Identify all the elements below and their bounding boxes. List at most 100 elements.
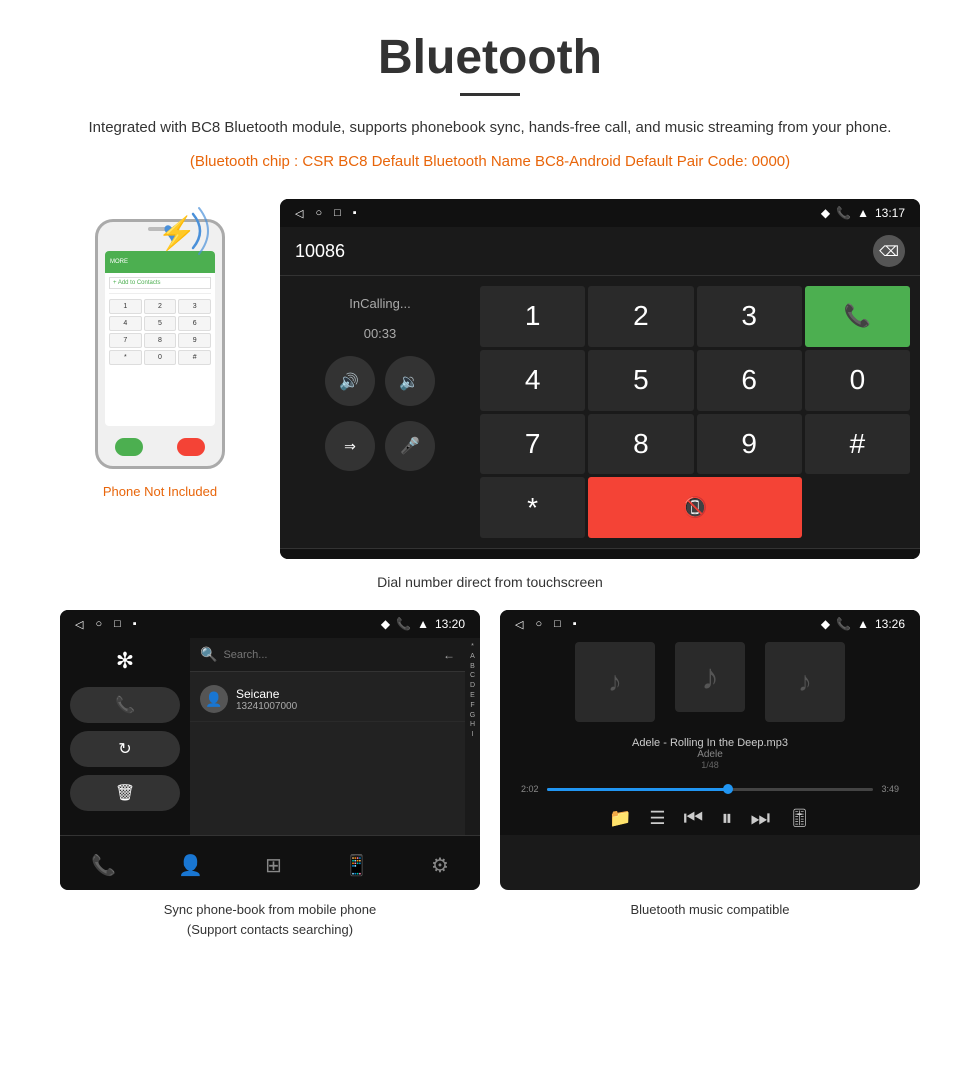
nav-calls-c[interactable]: 📞 [91, 853, 116, 878]
nav-contacts-c[interactable]: 👤 [178, 853, 203, 878]
nav-phone-c[interactable]: 📱 [344, 853, 369, 878]
recents-icon-m: □ [554, 618, 561, 630]
back-icon: ◁ [295, 207, 303, 220]
bluetooth-waves: ♥ ⚡ [155, 204, 215, 264]
location-icon: ◆ [821, 206, 830, 220]
page-title: Bluetooth [60, 30, 920, 85]
caption-music: Bluetooth music compatible [500, 900, 920, 920]
volume-down-button[interactable]: 🔉 [385, 356, 435, 406]
dial-bottom-nav: 📞 👤 ⊞ 📱 ⚙ [280, 548, 920, 559]
call-sidebar-btn[interactable]: 📞 [70, 687, 180, 723]
playlist-icon[interactable]: ☰ [649, 808, 665, 829]
transfer-button[interactable]: ⇒ [325, 421, 375, 471]
progress-fill [547, 788, 727, 791]
key-3[interactable]: 3 [697, 286, 802, 347]
back-icon-c: ◁ [75, 618, 83, 631]
caption-dial: Dial number direct from touchscreen [60, 574, 920, 590]
time-current: 2:02 [521, 784, 539, 794]
dial-statusbar: ◁ ○ □ ▪ ◆ 📞 ▲ 13:17 [280, 199, 920, 227]
svg-text:🔊: 🔊 [339, 372, 359, 391]
statusbar-left-icons: ◁ ○ □ ▪ [295, 207, 357, 220]
contacts-list: 👤 Seicane 13241007000 [190, 672, 465, 727]
backspace-button[interactable]: ⌫ [873, 235, 905, 267]
android-contacts-screen: ◁ ○ □ ▪ ◆ 📞 ▲ 13:20 ✻ [60, 610, 480, 890]
svg-text:⚡: ⚡ [157, 215, 197, 252]
phone-add-contacts: + Add to Contacts [109, 277, 211, 289]
dial-left-panel: InCalling... 00:33 🔊 🔉 ⇒ 🎤 [280, 276, 480, 548]
android-dial-screen: ◁ ○ □ ▪ ◆ 📞 ▲ 13:17 10086 ⌫ [280, 199, 920, 559]
key-9[interactable]: 9 [697, 414, 802, 475]
key-hash[interactable]: # [805, 414, 910, 475]
key-4[interactable]: 4 [480, 350, 585, 411]
nav-settings-c[interactable]: ⚙ [431, 853, 449, 878]
call-end-button[interactable]: 📵 [588, 477, 802, 538]
loc-icon-c: ◆ [381, 617, 390, 631]
next-button[interactable]: ⏭ [750, 805, 770, 831]
music-body: ♪ ♪ ♪ Adele - Rolling In the Deep.mp3 Ad… [500, 638, 920, 835]
key-0[interactable]: 0 [805, 350, 910, 411]
alphabet-scroll: * A B C D E F G H I [465, 638, 480, 835]
time-contacts: 13:20 [435, 617, 465, 631]
folder-icon[interactable]: 📁 [609, 808, 631, 829]
phone-illustration: ♥ ⚡ MORE [80, 199, 240, 469]
dial-display-bar: 10086 ⌫ [280, 227, 920, 276]
home-icon: ○ [315, 207, 322, 219]
album-right: ♪ [765, 642, 845, 722]
prev-button[interactable]: ⏮ [684, 805, 704, 831]
contacts-search-bar: 🔍 ← [190, 638, 465, 672]
back-icon-m: ◁ [515, 618, 523, 631]
progress-track[interactable] [547, 788, 874, 791]
album-center: ♪ [675, 642, 745, 712]
progress-bar-container: 2:02 3:49 [521, 784, 899, 794]
contact-phone: 13241007000 [236, 701, 455, 712]
phone-dialpad: 1 2 3 4 5 6 7 8 9 * 0 # [109, 299, 211, 365]
music-screen-container: ◁ ○ □ ▪ ◆ 📞 ▲ 13:26 [500, 610, 920, 939]
notif-icon-c: ▪ [133, 618, 137, 630]
album-left: ♪ [575, 642, 655, 722]
key-7[interactable]: 7 [480, 414, 585, 475]
title-divider [460, 93, 520, 96]
call-icon-c: 📞 [396, 617, 411, 631]
nav-keypad-c[interactable]: ⊞ [265, 853, 282, 878]
notif-icon-m: ▪ [573, 618, 577, 630]
signal-icon: ▲ [857, 206, 869, 220]
phone-side: ♥ ⚡ MORE [60, 199, 260, 499]
dial-number: 10086 [295, 241, 865, 262]
dial-keypad: 1 2 3 📞 4 5 6 0 7 8 9 # * 📵 [480, 276, 920, 548]
contact-item[interactable]: 👤 Seicane 13241007000 [190, 677, 465, 722]
time-music: 13:26 [875, 617, 905, 631]
sync-sidebar-btn[interactable]: ↻ [70, 731, 180, 767]
dial-body: InCalling... 00:33 🔊 🔉 ⇒ 🎤 [280, 276, 920, 548]
search-icon: 🔍 [200, 646, 217, 663]
play-pause-button[interactable]: ⏸ [721, 805, 732, 831]
key-star[interactable]: * [480, 477, 585, 538]
call-icon-m: 📞 [836, 617, 851, 631]
time-display: 13:17 [875, 206, 905, 220]
music-statusbar: ◁ ○ □ ▪ ◆ 📞 ▲ 13:26 [500, 610, 920, 638]
music-note-right: ♪ [798, 666, 812, 698]
search-back-icon: ← [443, 648, 455, 662]
key-1[interactable]: 1 [480, 286, 585, 347]
key-6[interactable]: 6 [697, 350, 802, 411]
key-2[interactable]: 2 [588, 286, 693, 347]
music-note-center: ♪ [701, 656, 719, 698]
call-timer: 00:33 [364, 326, 397, 341]
key-8[interactable]: 8 [588, 414, 693, 475]
contacts-body: ✻ 📞 ↻ 🗑 🔍 ← 👤 [60, 638, 480, 835]
equalizer-icon[interactable]: 🎚 [788, 808, 811, 829]
track-info: Adele - Rolling In the Deep.mp3 Adele 1/… [632, 737, 788, 770]
volume-up-button[interactable]: 🔊 [325, 356, 375, 406]
specs-text: (Bluetooth chip : CSR BC8 Default Blueto… [60, 150, 920, 174]
loc-icon-m: ◆ [821, 617, 830, 631]
music-controls: 📁 ☰ ⏮ ⏸ ⏭ 🎚 [609, 805, 811, 831]
call-accept-button[interactable]: 📞 [805, 286, 910, 347]
contact-info: Seicane 13241007000 [236, 687, 455, 712]
bottom-section: ◁ ○ □ ▪ ◆ 📞 ▲ 13:20 ✻ [60, 610, 920, 939]
mute-button[interactable]: 🎤 [385, 421, 435, 471]
key-5[interactable]: 5 [588, 350, 693, 411]
delete-sidebar-btn[interactable]: 🗑 [70, 775, 180, 811]
caption-contacts: Sync phone-book from mobile phone(Suppor… [60, 900, 480, 939]
statusbar-right: ◆ 📞 ▲ 13:17 [821, 206, 905, 220]
recents-icon: □ [334, 207, 341, 219]
contacts-search-input[interactable] [223, 649, 437, 661]
